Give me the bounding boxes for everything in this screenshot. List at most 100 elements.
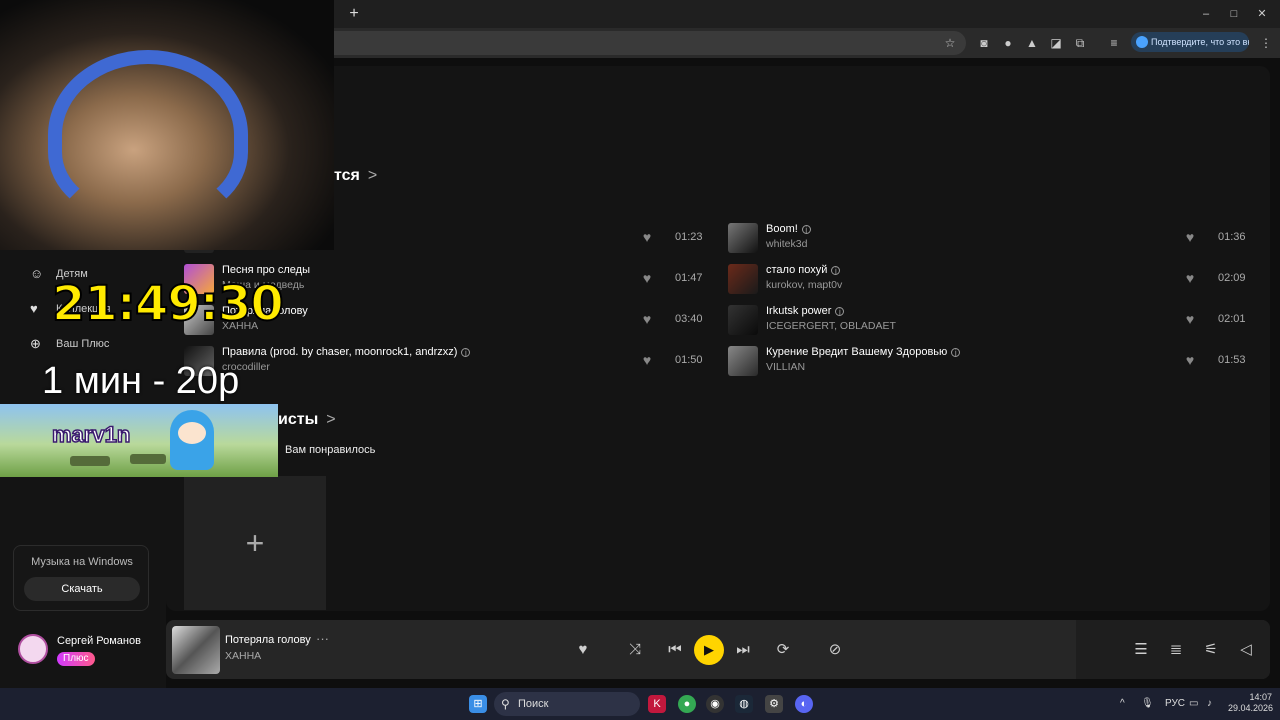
minimize-button[interactable]: –: [1194, 4, 1218, 24]
like-heart-icon[interactable]: ♥: [640, 353, 654, 367]
tray-time: 14:07: [1249, 692, 1272, 702]
track-row[interactable]: Irkutsk power i ICEGERGERT, OBLADAET ♥ 02…: [728, 303, 1248, 335]
player-cover[interactable]: [172, 626, 220, 674]
track-row[interactable]: Правила (prod. by chaser, moonrock1, and…: [184, 344, 714, 376]
chevron-right-icon: >: [326, 411, 336, 428]
sidebar-item-plus[interactable]: ⊕ Ваш Плюс: [22, 336, 109, 354]
track-duration: 02:01: [1218, 313, 1246, 325]
new-tab-button[interactable]: +: [344, 4, 364, 24]
play-button[interactable]: ▶: [694, 635, 724, 665]
address-input[interactable]: [334, 31, 966, 55]
track-artist: ICEGERGERT, OBLADAET: [766, 320, 896, 332]
avatar[interactable]: [18, 634, 48, 664]
like-heart-icon[interactable]: ♥: [1183, 271, 1197, 285]
player-bar: Потеряла голову ··· ХАННА ♥ ⤨ ⏮ ▶ ⏭ ⟳ ⊘ …: [166, 620, 1270, 679]
track-title-text: Курение Вредит Вашему Здоровью: [766, 346, 948, 358]
extension-icon[interactable]: ◙: [976, 35, 992, 51]
app-icon[interactable]: ◉: [706, 695, 724, 713]
track-artist: kurokov, mapt0v: [766, 279, 843, 291]
maximize-button[interactable]: □: [1222, 4, 1246, 24]
previous-track-icon[interactable]: ⏮: [665, 640, 685, 660]
queue-icon[interactable]: ≣: [1166, 640, 1186, 660]
like-heart-icon[interactable]: ♥: [573, 640, 593, 660]
plus-icon: +: [245, 525, 265, 561]
track-row[interactable]: Boom! i whitek3d ♥ 01:36: [728, 221, 1248, 253]
verify-icon: [1136, 36, 1148, 48]
track-row[interactable]: стало похуй i kurokov, mapt0v ♥ 02:09: [728, 262, 1248, 294]
track-title-text: Irkutsk power: [766, 305, 832, 317]
settings-gear-icon[interactable]: ⚙: [765, 695, 783, 713]
download-button[interactable]: Скачать: [24, 577, 140, 601]
language-indicator[interactable]: РУС: [1165, 698, 1185, 709]
track-title-text: Boom!: [766, 223, 798, 235]
headphones-image: [48, 50, 248, 220]
clock-tray[interactable]: 14:07 29.04.2026: [1228, 692, 1274, 714]
track-artist: whitek3d: [766, 238, 808, 250]
webcam-overlay: [0, 0, 334, 250]
track-artist: VILLIAN: [766, 361, 806, 373]
like-heart-icon[interactable]: ♥: [1183, 353, 1197, 367]
track-row[interactable]: Курение Вредит Вашему Здоровью i VILLIAN …: [728, 344, 1248, 376]
media-icon[interactable]: ≡: [1106, 35, 1122, 51]
track-cover: [728, 223, 758, 253]
verify-button[interactable]: Подтвердите, что это вы: [1131, 32, 1249, 52]
like-heart-icon[interactable]: ♥: [1183, 312, 1197, 326]
section-liked-label: тся: [334, 167, 360, 184]
player-track-title[interactable]: Потеряла голову: [225, 634, 311, 646]
like-heart-icon[interactable]: ♥: [640, 271, 654, 285]
app-icon[interactable]: K: [648, 695, 666, 713]
microphone-icon[interactable]: 🎙: [1141, 698, 1154, 709]
like-heart-icon[interactable]: ♥: [640, 312, 654, 326]
play-icon: ▶: [704, 642, 714, 657]
section-artists-label: исты: [278, 411, 319, 428]
equalizer-icon[interactable]: ⚟: [1201, 640, 1221, 660]
extension-icon[interactable]: ●: [1000, 35, 1016, 51]
sidebar-item-label: Ваш Плюс: [56, 338, 110, 350]
menu-kebab-icon[interactable]: ⋮: [1258, 35, 1274, 51]
tank-image: [130, 454, 166, 464]
windows-app-promo: Музыка на Windows Скачать: [13, 545, 149, 611]
lyrics-icon[interactable]: ☰: [1131, 640, 1151, 660]
more-options-icon[interactable]: ···: [316, 631, 329, 646]
puzzle-icon[interactable]: ⧉: [1072, 35, 1088, 51]
search-label: Поиск: [518, 698, 549, 710]
dislike-icon[interactable]: ⊘: [825, 640, 845, 660]
volume-tray-icon[interactable]: ♪: [1207, 698, 1212, 709]
promo-text: Музыка на Windows: [31, 556, 133, 568]
track-cover: [728, 346, 758, 376]
steam-icon[interactable]: ◍: [735, 695, 753, 713]
discord-icon[interactable]: ◐: [795, 695, 813, 713]
section-artists-title[interactable]: исты >: [278, 411, 336, 429]
plus-badge[interactable]: Плюс: [57, 652, 95, 666]
bookmark-star-icon[interactable]: ☆: [942, 35, 958, 51]
taskbar-search[interactable]: ⚲ Поиск: [494, 692, 640, 716]
windows-start-icon[interactable]: ⊞: [469, 695, 487, 713]
player-track-artist[interactable]: ХАННА: [225, 650, 261, 662]
extension-icon[interactable]: ◪: [1048, 35, 1064, 51]
track-title: Песня про следы: [222, 264, 310, 276]
shuffle-icon[interactable]: ⤨: [625, 640, 645, 660]
section-liked-title[interactable]: тся >: [334, 167, 377, 185]
stream-price-label: 1 мин - 20р: [42, 360, 240, 402]
section-artists-subtitle: Вам понравилось: [285, 444, 376, 456]
track-cover: [728, 305, 758, 335]
tank-image: [70, 456, 110, 466]
close-window-button[interactable]: ✕: [1250, 4, 1274, 24]
like-heart-icon[interactable]: ♥: [640, 230, 654, 244]
explicit-info-icon: i: [835, 306, 845, 316]
track-title-text: Правила (prod. by chaser, moonrock1, and…: [222, 346, 458, 358]
chrome-icon[interactable]: ●: [678, 695, 696, 713]
extension-icon[interactable]: ▲: [1024, 35, 1040, 51]
tray-date: 29.04.2026: [1228, 703, 1274, 713]
plus-circle-icon: ⊕: [30, 336, 41, 351]
player-right-panel: ☰ ≣ ⚟ ◁: [1076, 620, 1270, 679]
volume-icon[interactable]: ◁: [1236, 640, 1256, 660]
network-icon[interactable]: ▭: [1189, 698, 1198, 709]
like-heart-icon[interactable]: ♥: [1183, 230, 1197, 244]
add-artist-button[interactable]: +: [184, 476, 326, 610]
track-duration: 02:09: [1218, 272, 1246, 284]
next-track-icon[interactable]: ⏭: [733, 640, 753, 660]
explicit-info-icon: i: [831, 265, 841, 275]
tray-chevron-icon[interactable]: ^: [1120, 698, 1125, 709]
repeat-icon[interactable]: ⟳: [773, 640, 793, 660]
